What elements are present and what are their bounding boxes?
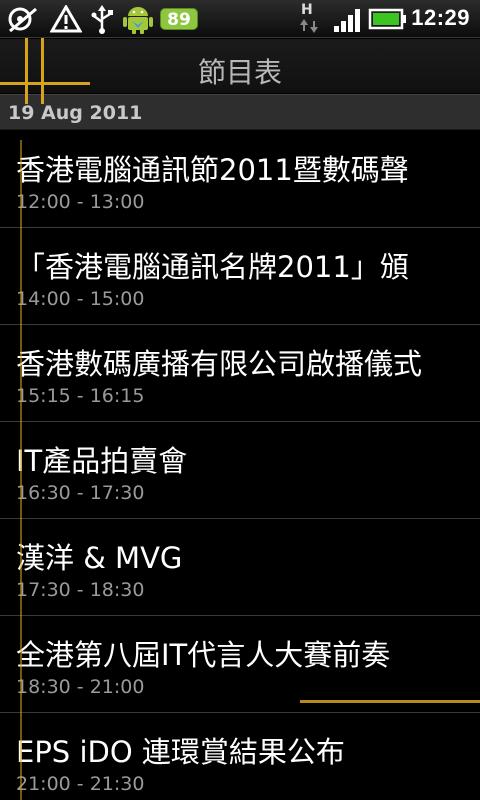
program-title: 香港數碼廣播有限公司啟播儀式: [16, 341, 456, 383]
program-time: 14:00 - 15:00: [16, 288, 145, 310]
program-title: 「香港電腦通訊名牌2011」頒: [16, 244, 456, 286]
battery-level-badge: 89: [160, 8, 198, 30]
program-title: 香港電腦通訊節2011暨數碼聲: [16, 147, 456, 189]
battery-icon: [368, 4, 408, 34]
program-title: 漢洋 & MVG: [16, 535, 456, 577]
program-list-item[interactable]: 香港電腦通訊節2011暨數碼聲 12:00 - 13:00: [0, 131, 480, 228]
clock: 12:29: [411, 5, 470, 30]
warning-icon: [50, 4, 82, 34]
program-title: EPS iDO 連環賞結果公布: [16, 729, 456, 771]
status-bar: 89 H 12:29: [0, 0, 480, 38]
program-title: 全港第八屆IT代言人大賽前奏: [16, 632, 456, 674]
program-list-item[interactable]: 香港數碼廣播有限公司啟播儀式 15:15 - 16:15: [0, 325, 480, 422]
program-time: 15:15 - 16:15: [16, 385, 145, 407]
program-list-item[interactable]: 全港第八屆IT代言人大賽前奏 18:30 - 21:00: [0, 616, 480, 713]
program-time: 17:30 - 18:30: [16, 579, 145, 601]
program-list: 香港電腦通訊節2011暨數碼聲 12:00 - 13:00 「香港電腦通訊名牌2…: [0, 131, 480, 800]
usb-icon: [88, 4, 116, 34]
program-list-item[interactable]: 「香港電腦通訊名牌2011」頒 14:00 - 15:00: [0, 228, 480, 325]
data-arrows-icon: [300, 16, 318, 36]
program-time: 12:00 - 13:00: [16, 191, 145, 213]
screen: 89 H 12:29 節目表 19 Aug 2011 香港電腦通訊節2011暨數…: [0, 0, 480, 800]
program-list-item[interactable]: EPS iDO 連環賞結果公布 21:00 - 21:30: [0, 713, 480, 800]
date-section-header: 19 Aug 2011: [0, 94, 480, 130]
program-title: IT產品拍賣會: [16, 438, 456, 480]
program-time: 16:30 - 17:30: [16, 482, 145, 504]
program-list-item[interactable]: 漢洋 & MVG 17:30 - 18:30: [0, 519, 480, 616]
title-bar: 節目表: [0, 39, 480, 93]
android-robot-icon: [120, 4, 156, 34]
date-label: 19 Aug 2011: [8, 102, 143, 124]
sd-card-icon: [6, 4, 40, 34]
program-time: 18:30 - 21:00: [16, 676, 145, 698]
program-time: 21:00 - 21:30: [16, 773, 145, 795]
program-list-item[interactable]: IT產品拍賣會 16:30 - 17:30: [0, 422, 480, 519]
signal-icon: [334, 4, 364, 34]
page-title: 節目表: [197, 56, 282, 89]
